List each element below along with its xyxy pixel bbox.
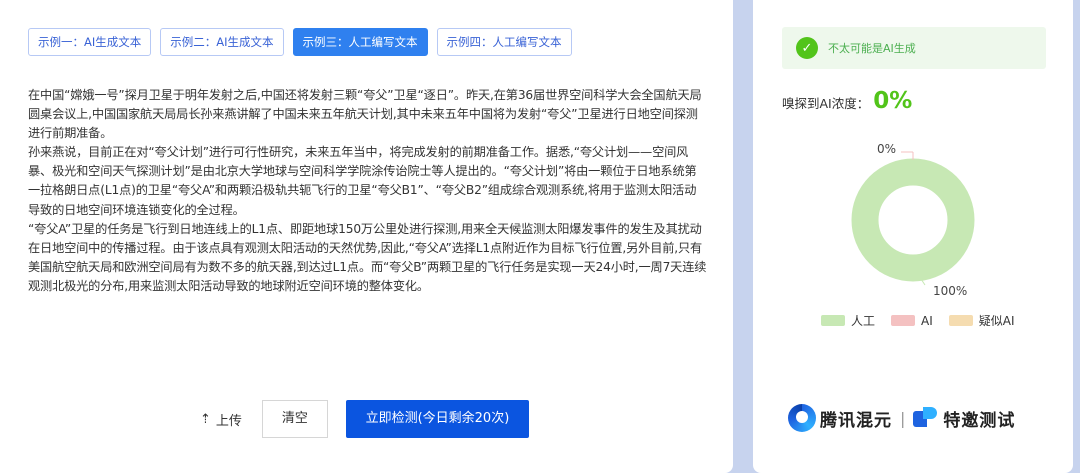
verdict-banner: ✓ 不太可能是AI生成: [782, 27, 1046, 69]
article-paragraph: “夸父A”卫星的任务是飞行到日地连线上的L1点、即距地球150万公里处进行探测,…: [28, 221, 707, 293]
verdict-text: 不太可能是AI生成: [828, 42, 916, 55]
result-panel: ✓ 不太可能是AI生成 嗅探到AI浓度： 0% 0% 100% 人工 AI 疑似…: [753, 0, 1073, 473]
legend-swatch: [948, 315, 973, 326]
article-paragraph: 孙来燕说，目前正在对“夸父计划”进行可行性研究，未来五年当中，将完成发射的前期准…: [28, 145, 697, 217]
concentration-label: 嗅探到AI浓度：: [782, 96, 870, 111]
article-paragraph: 在中国“嫦娥一号”探月卫星于明年发射之后,中国还将发射三颗“夸父”卫星“逐日”。…: [28, 88, 702, 141]
clear-button[interactable]: 清空: [261, 400, 328, 438]
test-logo-icon: [913, 407, 939, 429]
brand-separator: |: [900, 408, 906, 428]
brand-name-test: 特邀测试: [943, 410, 1016, 431]
donut-chart: 0% 100%: [851, 142, 975, 298]
hunyuan-logo-icon: [788, 404, 816, 432]
donut-slice-0[interactable]: [851, 158, 975, 282]
upload-arrow-icon: ⇡: [200, 411, 211, 427]
ai-concentration: 嗅探到AI浓度： 0%: [782, 88, 912, 114]
tab-example-2[interactable]: 示例二：AI生成文本: [160, 28, 284, 56]
legend-item-suspected-ai[interactable]: 疑似AI: [948, 312, 1015, 329]
tab-example-1[interactable]: 示例一：AI生成文本: [28, 28, 152, 56]
concentration-value: 0%: [873, 88, 913, 114]
check-circle-icon: ✓: [796, 37, 818, 59]
chart-label-top: 0%: [877, 142, 896, 156]
legend-swatch: [891, 315, 916, 326]
chart-legend: 人工 AI 疑似AI: [821, 312, 1031, 329]
tab-example-4[interactable]: 示例四：人工编写文本: [436, 28, 572, 56]
upload-label: 上传: [215, 413, 242, 429]
input-panel: 示例一：AI生成文本 示例二：AI生成文本 示例三：人工编写文本 示例四：人工编…: [0, 0, 733, 473]
text-input-area[interactable]: 在中国“嫦娥一号”探月卫星于明年发射之后,中国还将发射三颗“夸父”卫星“逐日”。…: [28, 86, 708, 296]
legend-swatch: [821, 315, 845, 326]
tab-example-3[interactable]: 示例三：人工编写文本: [292, 28, 428, 56]
upload-button[interactable]: ⇡ 上传: [200, 410, 242, 429]
chart-label-bottom: 100%: [933, 284, 967, 298]
brand-footer: 腾讯混元 | 特邀测试: [788, 404, 1015, 432]
legend-item-ai[interactable]: AI: [891, 314, 933, 328]
action-bar: ⇡ 上传 清空 立即检测(今日剩余20次): [200, 400, 529, 438]
example-tabs: 示例一：AI生成文本 示例二：AI生成文本 示例三：人工编写文本 示例四：人工编…: [28, 28, 572, 56]
legend-item-human[interactable]: 人工: [821, 312, 875, 329]
detect-button[interactable]: 立即检测(今日剩余20次): [345, 400, 529, 438]
brand-name-hunyuan: 腾讯混元: [820, 410, 892, 431]
